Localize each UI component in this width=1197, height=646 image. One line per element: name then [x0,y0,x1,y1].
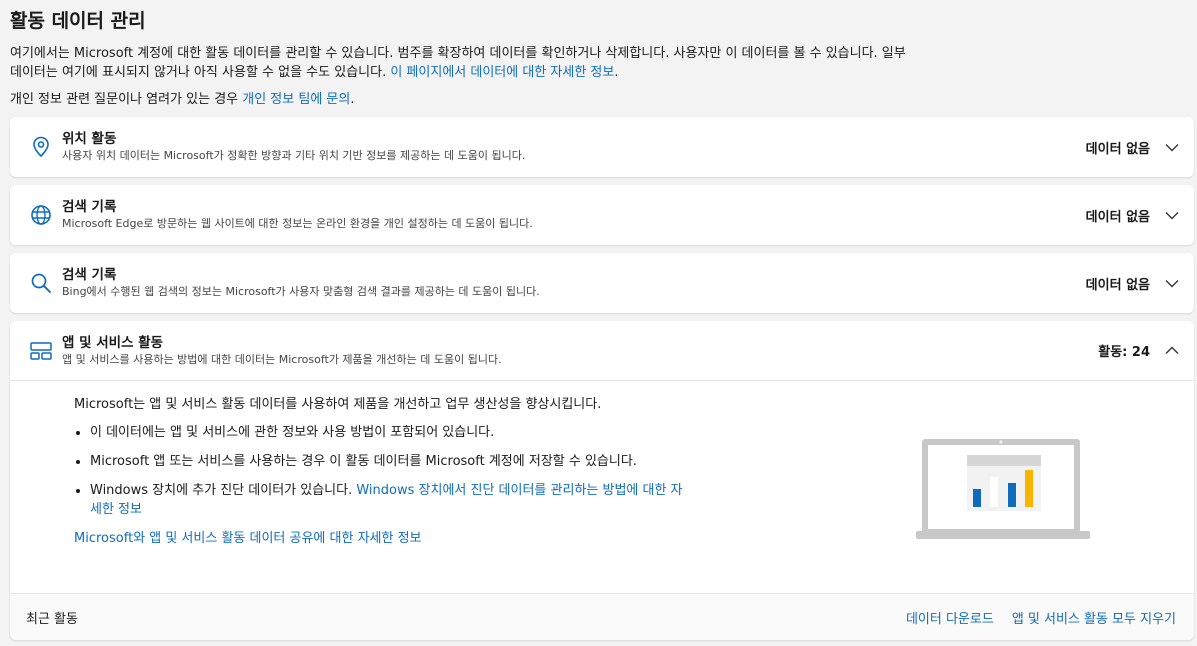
expanded-lead: Microsoft는 앱 및 서비스 활동 데이터를 사용하여 제품을 개선하고… [74,397,602,412]
card-description: 앱 및 서비스를 사용하는 방법에 대한 데이터는 Microsoft가 제품을… [62,352,502,366]
chevron-down-icon[interactable] [1164,139,1180,155]
location-pin-icon [30,136,52,158]
card-status: 데이터 없음 [1085,277,1150,293]
intro-period: . [614,65,619,80]
recent-activity-bar: 최근 활동 데이터 다운로드 앱 및 서비스 활동 모두 지우기 [10,593,1194,640]
card-title: 검색 기록 [62,267,117,283]
card-location-activity: 위치 활동 사용자 위치 데이터는 Microsoft가 정확한 방향과 기타 … [10,117,1194,177]
app-data-sharing-link[interactable]: Microsoft와 앱 및 서비스 활동 데이터 공유에 대한 자세한 정보 [74,529,684,548]
privacy-period: . [350,92,355,107]
card-status: 데이터 없음 [1085,141,1150,157]
card-status: 활동: 24 [1098,345,1150,360]
globe-icon [30,204,52,226]
list-item: Windows 장치에 추가 진단 데이터가 있습니다. Windows 장치에… [90,481,684,519]
info-list: 이 데이터에는 앱 및 서비스에 관한 정보와 사용 방법이 포함되어 있습니다… [74,423,684,519]
privacy-contact-link[interactable]: 개인 정보 팀에 문의 [242,92,350,107]
download-data-link[interactable]: 데이터 다운로드 [906,608,994,627]
privacy-paragraph: 개인 정보 관련 질문이나 염려가 있는 경우 개인 정보 팀에 문의. [10,90,1197,109]
card-location-header[interactable]: 위치 활동 사용자 위치 데이터는 Microsoft가 정확한 방향과 기타 … [10,117,1194,177]
intro-learn-link[interactable]: 이 페이지에서 데이터에 대한 자세한 정보 [390,65,614,80]
card-browsing-history: 검색 기록 Microsoft Edge로 방문하는 웹 사이트에 대한 정보는… [10,185,1194,245]
recent-activity-title: 최근 활동 [26,611,78,627]
card-status: 데이터 없음 [1085,209,1150,225]
card-browsing-header[interactable]: 검색 기록 Microsoft Edge로 방문하는 웹 사이트에 대한 정보는… [10,185,1194,245]
card-app-service-header[interactable]: 앱 및 서비스 활동 앱 및 서비스를 사용하는 방법에 대한 데이터는 Mic… [10,321,1194,381]
card-description: Microsoft Edge로 방문하는 웹 사이트에 대한 정보는 온라인 환… [62,217,533,230]
list-item: Microsoft 앱 또는 서비스를 사용하는 경우 이 활동 데이터를 Mi… [90,452,684,471]
card-app-service-activity: 앱 및 서비스 활동 앱 및 서비스를 사용하는 방법에 대한 데이터는 Mic… [10,321,1194,640]
privacy-text: 개인 정보 관련 질문이나 염려가 있는 경우 [10,92,243,107]
search-icon [30,272,52,294]
card-title: 위치 활동 [62,131,117,147]
page: 활동 데이터 관리 여기에서는 Microsoft 계정에 대한 활동 데이터를… [0,0,1197,640]
card-description: Bing에서 수행된 웹 검색의 정보는 Microsoft가 사용자 맞춤형 … [62,285,540,298]
laptop-chart-illustration [906,435,1096,549]
apps-icon [30,340,52,362]
chevron-down-icon[interactable] [1164,275,1180,291]
chevron-up-icon[interactable] [1164,343,1180,359]
intro-paragraph: 여기에서는 Microsoft 계정에 대한 활동 데이터를 관리할 수 있습니… [10,44,910,82]
chevron-down-icon[interactable] [1164,207,1180,223]
expanded-content: Microsoft는 앱 및 서비스 활동 데이터를 사용하여 제품을 개선하고… [10,381,1194,593]
card-search-header[interactable]: 검색 기록 Bing에서 수행된 웹 검색의 정보는 Microsoft가 사용… [10,253,1194,313]
clear-all-app-activity-link[interactable]: 앱 및 서비스 활동 모두 지우기 [1012,608,1176,627]
card-title: 검색 기록 [62,199,117,215]
page-title: 활동 데이터 관리 [10,10,146,32]
list-item: 이 데이터에는 앱 및 서비스에 관한 정보와 사용 방법이 포함되어 있습니다… [90,423,684,442]
card-description: 사용자 위치 데이터는 Microsoft가 정확한 방향과 기타 위치 기반 … [62,149,526,162]
bullet3-text: Windows 장치에 추가 진단 데이터가 있습니다. [90,483,357,498]
card-search-history: 검색 기록 Bing에서 수행된 웹 검색의 정보는 Microsoft가 사용… [10,253,1194,313]
card-title: 앱 및 서비스 활동 [62,334,164,351]
